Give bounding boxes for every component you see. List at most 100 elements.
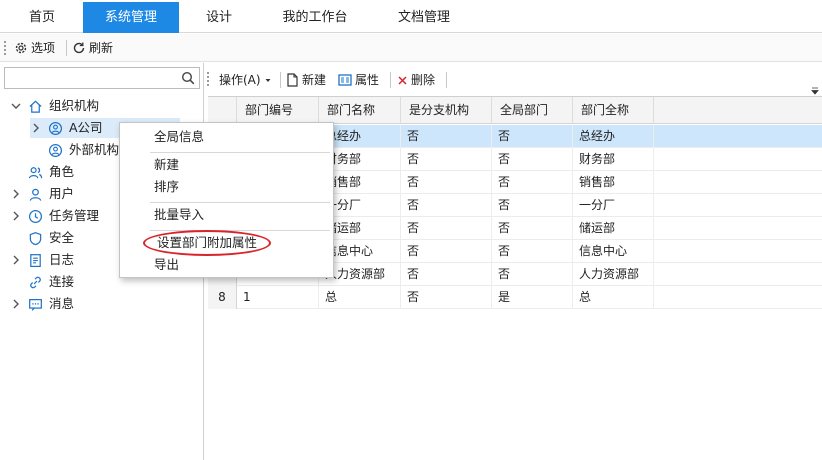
new-document-icon: [287, 73, 298, 87]
cell-dept-fullname: 销售部: [573, 171, 654, 194]
refresh-icon: [73, 42, 85, 54]
clock-icon: [28, 209, 43, 223]
column-header[interactable]: 全局部门: [492, 97, 573, 124]
cell-is-global: 是: [492, 286, 573, 309]
row-number: 8: [208, 286, 237, 309]
tree-item-label: 任务管理: [49, 208, 100, 223]
tab-document-management[interactable]: 文档管理: [376, 2, 472, 33]
options-button[interactable]: 选项: [14, 39, 55, 57]
context-menu: 全局信息 新建 排序 批量导入 设置部门附加属性 导出: [119, 122, 334, 278]
delete-button[interactable]: 删除: [397, 71, 435, 89]
cell-is-global: 否: [492, 171, 573, 194]
cell-is-global: 否: [492, 240, 573, 263]
cell-dept-fullname: 财务部: [573, 148, 654, 171]
menu-item-new[interactable]: 新建: [154, 155, 179, 175]
gear-icon: [15, 42, 27, 54]
tree-item-label: 角色: [49, 164, 75, 179]
delete-icon: [398, 75, 407, 85]
home-icon: [29, 100, 42, 113]
menu-item-set-dept-attributes[interactable]: 设置部门附加属性: [143, 230, 272, 256]
cell-is-branch: 否: [401, 148, 492, 171]
search-icon[interactable]: [181, 71, 195, 85]
table-header: 部门编号 部门名称 是分支机构 全局部门 部门全称: [208, 97, 822, 124]
user-icon: [29, 188, 42, 201]
table-row[interactable]: 81总否是总: [208, 286, 822, 309]
toolbar-separator: [446, 72, 447, 88]
tree-item-label: 消息: [49, 296, 75, 311]
chevron-right-icon[interactable]: [10, 210, 22, 222]
cell-dept-name: 总: [319, 286, 401, 309]
tree-item-organization[interactable]: 组织机构: [10, 96, 200, 116]
properties-button[interactable]: 属性: [338, 71, 379, 89]
operate-dropdown[interactable]: 操作(A): [219, 71, 272, 89]
cell-dept-fullname: 总经办: [573, 125, 654, 148]
properties-label: 属性: [355, 73, 380, 87]
cell-is-branch: 否: [401, 240, 492, 263]
toolbar-grip[interactable]: [207, 72, 209, 86]
chevron-right-icon[interactable]: [10, 188, 22, 200]
cell-is-global: 否: [492, 148, 573, 171]
cell-dept-fullname: 一分厂: [573, 194, 654, 217]
tree-item-label: 安全: [49, 230, 75, 245]
cell-dept-code: 1: [237, 286, 319, 309]
main-toolbar: 选项 刷新: [0, 34, 822, 62]
cell-dept-fullname: 总: [573, 286, 654, 309]
toolbar-overflow-icon[interactable]: [811, 87, 819, 95]
tree-item-label: 用户: [49, 186, 75, 201]
toolbar-separator: [390, 72, 391, 88]
menu-separator: [150, 152, 330, 153]
tree-item-label: 日志: [49, 252, 75, 267]
chevron-right-icon[interactable]: [10, 254, 22, 266]
cell-is-branch: 否: [401, 194, 492, 217]
properties-icon: [338, 74, 352, 86]
grid-toolbar: 操作(A) 新建 属性 删除: [205, 67, 822, 95]
cell-is-global: 否: [492, 194, 573, 217]
refresh-button[interactable]: 刷新: [72, 39, 113, 57]
menu-item-sort[interactable]: 排序: [154, 177, 179, 197]
cell-dept-fullname: 储运部: [573, 217, 654, 240]
cell-is-global: 否: [492, 125, 573, 148]
cell-is-global: 否: [492, 263, 573, 286]
delete-label: 删除: [411, 73, 436, 87]
chevron-right-icon[interactable]: [10, 298, 22, 310]
org-icon: [48, 143, 63, 157]
column-header[interactable]: 部门编号: [237, 97, 319, 124]
tab-my-workbench[interactable]: 我的工作台: [262, 2, 368, 33]
caret-down-icon: [265, 79, 271, 82]
tab-home[interactable]: 首页: [6, 2, 78, 33]
column-header[interactable]: 部门全称: [573, 97, 654, 124]
options-label: 选项: [31, 41, 56, 55]
log-icon: [30, 253, 41, 267]
search-box[interactable]: [4, 67, 200, 89]
row-number-header: [208, 97, 237, 124]
cell-is-global: 否: [492, 217, 573, 240]
toolbar-separator: [66, 40, 67, 56]
menu-separator: [150, 202, 330, 203]
tree-item-messages[interactable]: 消息: [10, 294, 200, 314]
message-icon: [29, 298, 42, 311]
top-menu-bar: 首页 系统管理 设计 我的工作台 文档管理: [0, 0, 822, 33]
column-header[interactable]: 部门名称: [319, 97, 401, 124]
menu-item-batch-import[interactable]: 批量导入: [154, 205, 204, 225]
toolbar-grip[interactable]: [4, 41, 6, 55]
shield-icon: [29, 231, 42, 245]
users-icon: [28, 166, 43, 178]
cell-is-branch: 否: [401, 171, 492, 194]
cell-dept-fullname: 人力资源部: [573, 263, 654, 286]
chevron-down-icon[interactable]: [10, 100, 22, 112]
new-button[interactable]: 新建: [286, 71, 326, 89]
search-input[interactable]: [5, 68, 175, 88]
cell-dept-fullname: 信息中心: [573, 240, 654, 263]
tree-item-label: 组织机构: [49, 98, 100, 113]
tab-design[interactable]: 设计: [186, 2, 252, 33]
tab-system-management[interactable]: 系统管理: [83, 2, 179, 33]
cell-is-branch: 否: [401, 217, 492, 240]
menu-item-global-info[interactable]: 全局信息: [154, 127, 204, 147]
chevron-right-icon[interactable]: [30, 122, 42, 134]
tree-item-label: A公司: [69, 120, 103, 135]
tree-item-label: 连接: [49, 274, 75, 289]
org-icon: [48, 121, 63, 135]
cell-is-branch: 否: [401, 125, 492, 148]
column-header[interactable]: 是分支机构: [401, 97, 492, 124]
menu-item-export[interactable]: 导出: [154, 255, 179, 275]
